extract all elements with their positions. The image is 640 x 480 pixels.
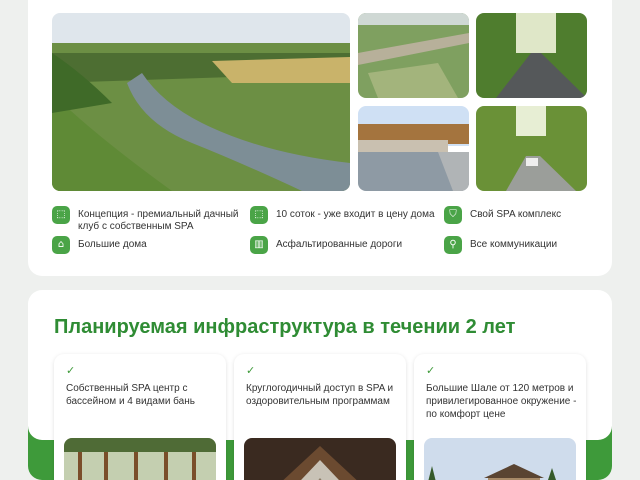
- forest-road-photo: [476, 13, 587, 98]
- infrastructure-card-item: ✓ Собственный SPA центр с бассейном и 4 …: [54, 354, 226, 480]
- features-card: ⬚ Концепция - премиальный дачный клуб с …: [28, 0, 612, 276]
- aerial-plots-photo: [358, 13, 469, 98]
- infrastructure-card-item: ✓ Большие Шале от 120 метров и привилеги…: [414, 354, 586, 480]
- land-icon: ⬚: [250, 206, 268, 224]
- faucet-icon: ⚲: [444, 236, 462, 254]
- feature-item: ⬚ Концепция - премиальный дачный клуб с …: [52, 206, 242, 233]
- feature-item: ⛉ Свой SPA комплекс: [444, 206, 604, 224]
- section-title: Планируемая инфраструктура в течении 2 л…: [54, 316, 516, 338]
- village-road-photo: [476, 106, 587, 191]
- feature-item: ▥ Асфальтированные дороги: [250, 236, 440, 254]
- check-icon: ✓: [426, 364, 436, 377]
- river-photo: [52, 13, 350, 191]
- pine-forest-photo: [64, 438, 216, 480]
- feature-item: ⬚ 10 соток - уже входит в цену дома: [250, 206, 440, 224]
- feature-item: ⌂ Большие дома: [52, 236, 242, 254]
- infrastructure-card-item: ✓ Круглогодичный доступ в SPA и оздорови…: [234, 354, 406, 480]
- road-icon: ▥: [250, 236, 268, 254]
- spa-interior-photo: [244, 438, 396, 480]
- concept-icon: ⬚: [52, 206, 70, 224]
- check-icon: ✓: [246, 364, 256, 377]
- house-icon: ⌂: [52, 236, 70, 254]
- shield-icon: ⛉: [444, 206, 462, 224]
- check-icon: ✓: [66, 364, 76, 377]
- fence-photo: [358, 106, 469, 191]
- chalet-photo: [424, 438, 576, 480]
- feature-item: ⚲ Все коммуникации: [444, 236, 604, 254]
